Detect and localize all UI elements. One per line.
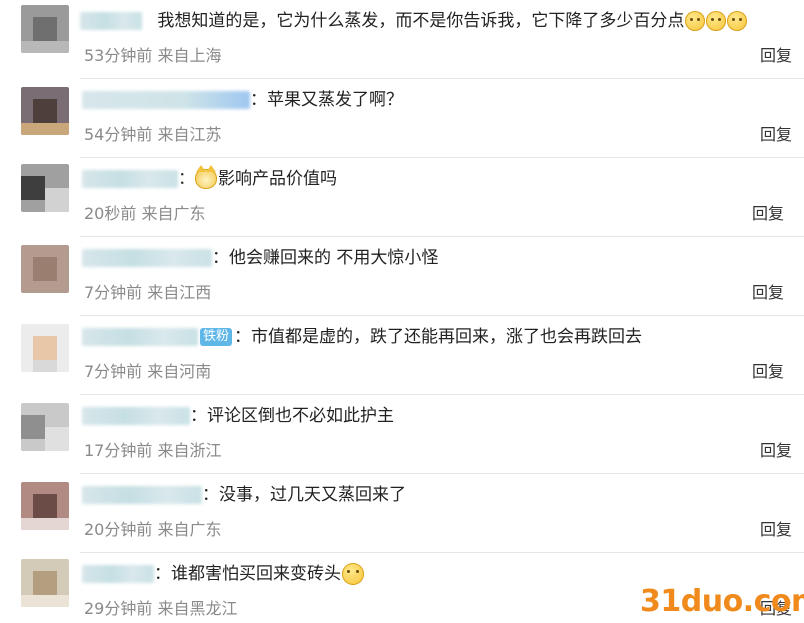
reply-button[interactable]: 回复: [752, 200, 784, 224]
comment-location: 来自广东: [157, 520, 222, 539]
comment-time: 7分钟前: [84, 362, 143, 381]
smirk-emoji-icon: [685, 11, 706, 31]
comment-meta: 20分钟前 来自广东: [84, 516, 221, 540]
reply-button[interactable]: 回复: [752, 358, 784, 382]
comment-location: 来自上海: [157, 46, 222, 65]
comment-item: ：苹果又蒸发了啊？ 54分钟前 来自江苏 回复: [0, 79, 804, 158]
avatar[interactable]: [21, 324, 69, 372]
comment-meta: 20秒前 来自广东: [84, 200, 205, 224]
reply-button[interactable]: 回复: [760, 516, 792, 540]
username-blurred[interactable]: [82, 91, 250, 109]
comment-location: 来自江西: [147, 283, 212, 302]
reply-button[interactable]: 回复: [752, 279, 784, 303]
comment-text: ：评论区倒也不必如此护主: [190, 406, 394, 426]
comment-location: 来自浙江: [157, 441, 222, 460]
reply-button[interactable]: 回复: [760, 121, 792, 145]
comment-item: ：评论区倒也不必如此护主 17分钟前 来自浙江 回复: [0, 395, 804, 474]
cat-emoji-icon: [195, 165, 217, 189]
avatar[interactable]: [21, 559, 69, 607]
comment-time: 54分钟前: [84, 125, 153, 144]
comment-meta: 17分钟前 来自浙江: [84, 437, 221, 461]
comment-time: 7分钟前: [84, 283, 143, 302]
username-blurred[interactable]: [82, 407, 190, 425]
comment-time: 53分钟前: [84, 46, 153, 65]
comment-location: 来自广东: [141, 204, 206, 223]
comment-item: ：没事，过几天又蒸回来了 20分钟前 来自广东 回复: [0, 474, 804, 553]
username-blurred[interactable]: [82, 328, 198, 346]
username-blurred[interactable]: [80, 12, 142, 30]
comment-meta: 7分钟前 来自江西: [84, 279, 211, 303]
smirk-emoji-icon: [706, 11, 727, 31]
avatar[interactable]: [21, 87, 69, 135]
smirk-emoji-icon: [727, 11, 748, 31]
comment-item: ：他会赚回来的 不用大惊小怪 7分钟前 来自江西 回复: [0, 237, 804, 316]
comment-meta: 7分钟前 来自河南: [84, 358, 211, 382]
comment-text: ：苹果又蒸发了啊？: [250, 90, 403, 110]
comment-time: 17分钟前: [84, 441, 153, 460]
avatar[interactable]: [21, 245, 69, 293]
comment-meta: 53分钟前 来自上海: [84, 42, 221, 66]
username-blurred[interactable]: [82, 249, 212, 267]
comment-item: ：影响产品价值吗 20秒前 来自广东 回复: [0, 158, 804, 237]
comment-time: 29分钟前: [84, 599, 153, 618]
comment-text: ：没事，过几天又蒸回来了: [202, 485, 406, 505]
comment-item: 铁粉 ：市值都是虚的，跌了还能再回来，涨了也会再跌回去 7分钟前 来自河南 回复: [0, 316, 804, 395]
comment-text: ：他会赚回来的 不用大惊小怪: [212, 248, 439, 268]
thinking-emoji-icon: [342, 563, 364, 585]
comment-location: 来自河南: [147, 362, 212, 381]
comment-meta: 54分钟前 来自江苏: [84, 121, 221, 145]
comment-location: 来自黑龙江: [157, 599, 238, 618]
username-blurred[interactable]: [82, 170, 178, 188]
avatar[interactable]: [21, 403, 69, 451]
avatar[interactable]: [21, 482, 69, 530]
comment-text: 影响产品价值吗: [218, 169, 337, 189]
reply-button[interactable]: 回复: [760, 437, 792, 461]
fan-badge[interactable]: 铁粉: [200, 328, 233, 346]
avatar[interactable]: [21, 164, 69, 212]
comment-text: ：谁都害怕买回来变砖头: [154, 564, 341, 584]
comment-text: 我想知道的是，它为什么蒸发，而不是你告诉我，它下降了多少百分点: [157, 11, 685, 31]
comment-item: 我想知道的是，它为什么蒸发，而不是你告诉我，它下降了多少百分点 53分钟前 来自…: [0, 0, 804, 79]
avatar[interactable]: [21, 5, 69, 53]
comment-text: ：市值都是虚的，跌了还能再回来，涨了也会再跌回去: [234, 327, 643, 347]
comment-location: 来自江苏: [157, 125, 222, 144]
comment-meta: 29分钟前 来自黑龙江: [84, 595, 237, 619]
site-watermark: 31duo.com: [640, 584, 804, 619]
comment-time: 20秒前: [84, 204, 137, 223]
reply-button[interactable]: 回复: [760, 42, 792, 66]
comment-time: 20分钟前: [84, 520, 153, 539]
username-blurred[interactable]: [82, 565, 154, 583]
username-blurred[interactable]: [82, 486, 202, 504]
